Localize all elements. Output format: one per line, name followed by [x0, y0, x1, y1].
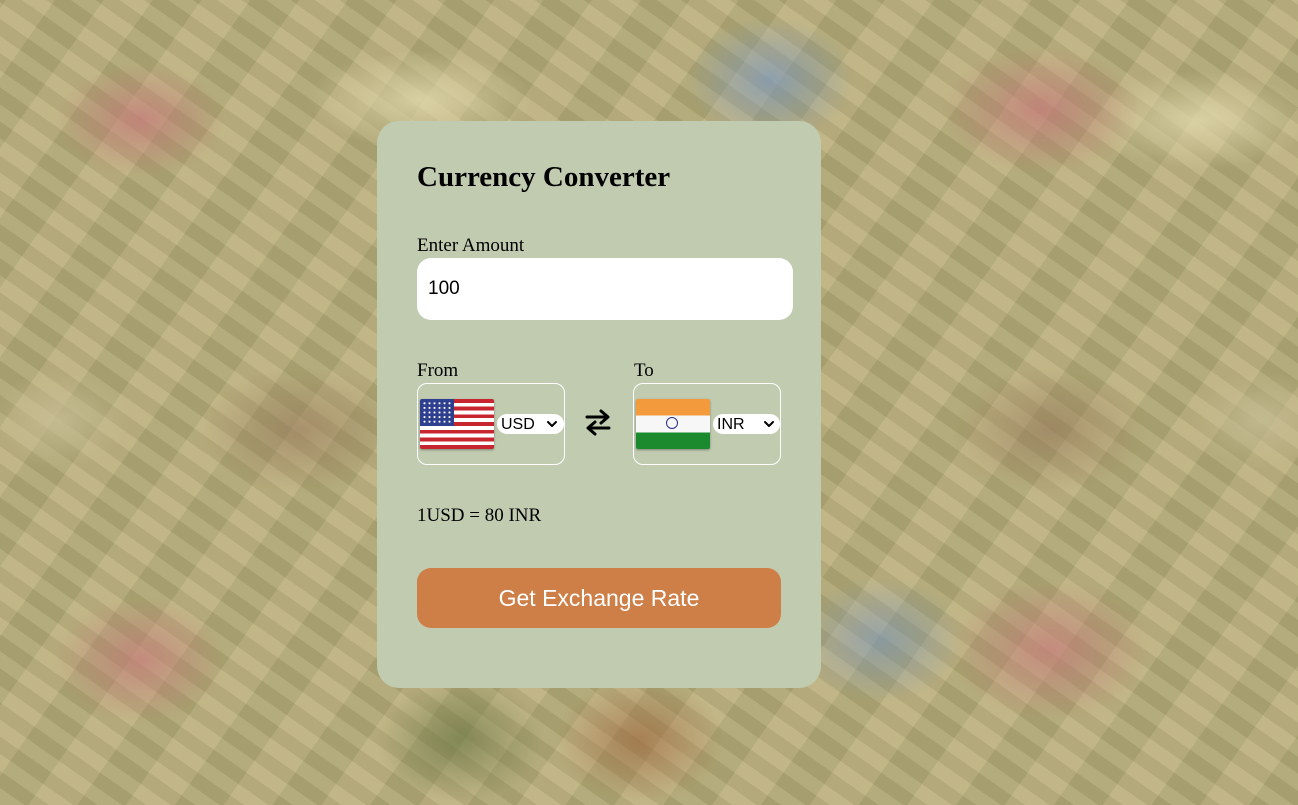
- india-flag-icon: [636, 399, 710, 449]
- to-currency-select[interactable]: INR: [713, 414, 780, 434]
- page-title: Currency Converter: [417, 161, 671, 193]
- to-label: To: [634, 360, 654, 381]
- page-background: { "converter": { "title": "Currency Conv…: [0, 0, 1298, 805]
- exchange-rate-text: 1USD = 80 INR: [417, 505, 542, 526]
- to-currency-container: INR: [633, 383, 781, 465]
- from-currency-select[interactable]: USD: [497, 414, 564, 434]
- from-label: From: [417, 360, 459, 381]
- us-flag-icon: [420, 399, 494, 449]
- get-exchange-rate-button[interactable]: Get Exchange Rate: [417, 568, 781, 628]
- converter-card: Currency Converter Enter Amount From To …: [377, 121, 821, 688]
- from-currency-container: USD: [417, 383, 565, 465]
- amount-input[interactable]: [417, 258, 793, 320]
- swap-arrows-icon[interactable]: [583, 405, 613, 439]
- amount-label: Enter Amount: [417, 235, 525, 256]
